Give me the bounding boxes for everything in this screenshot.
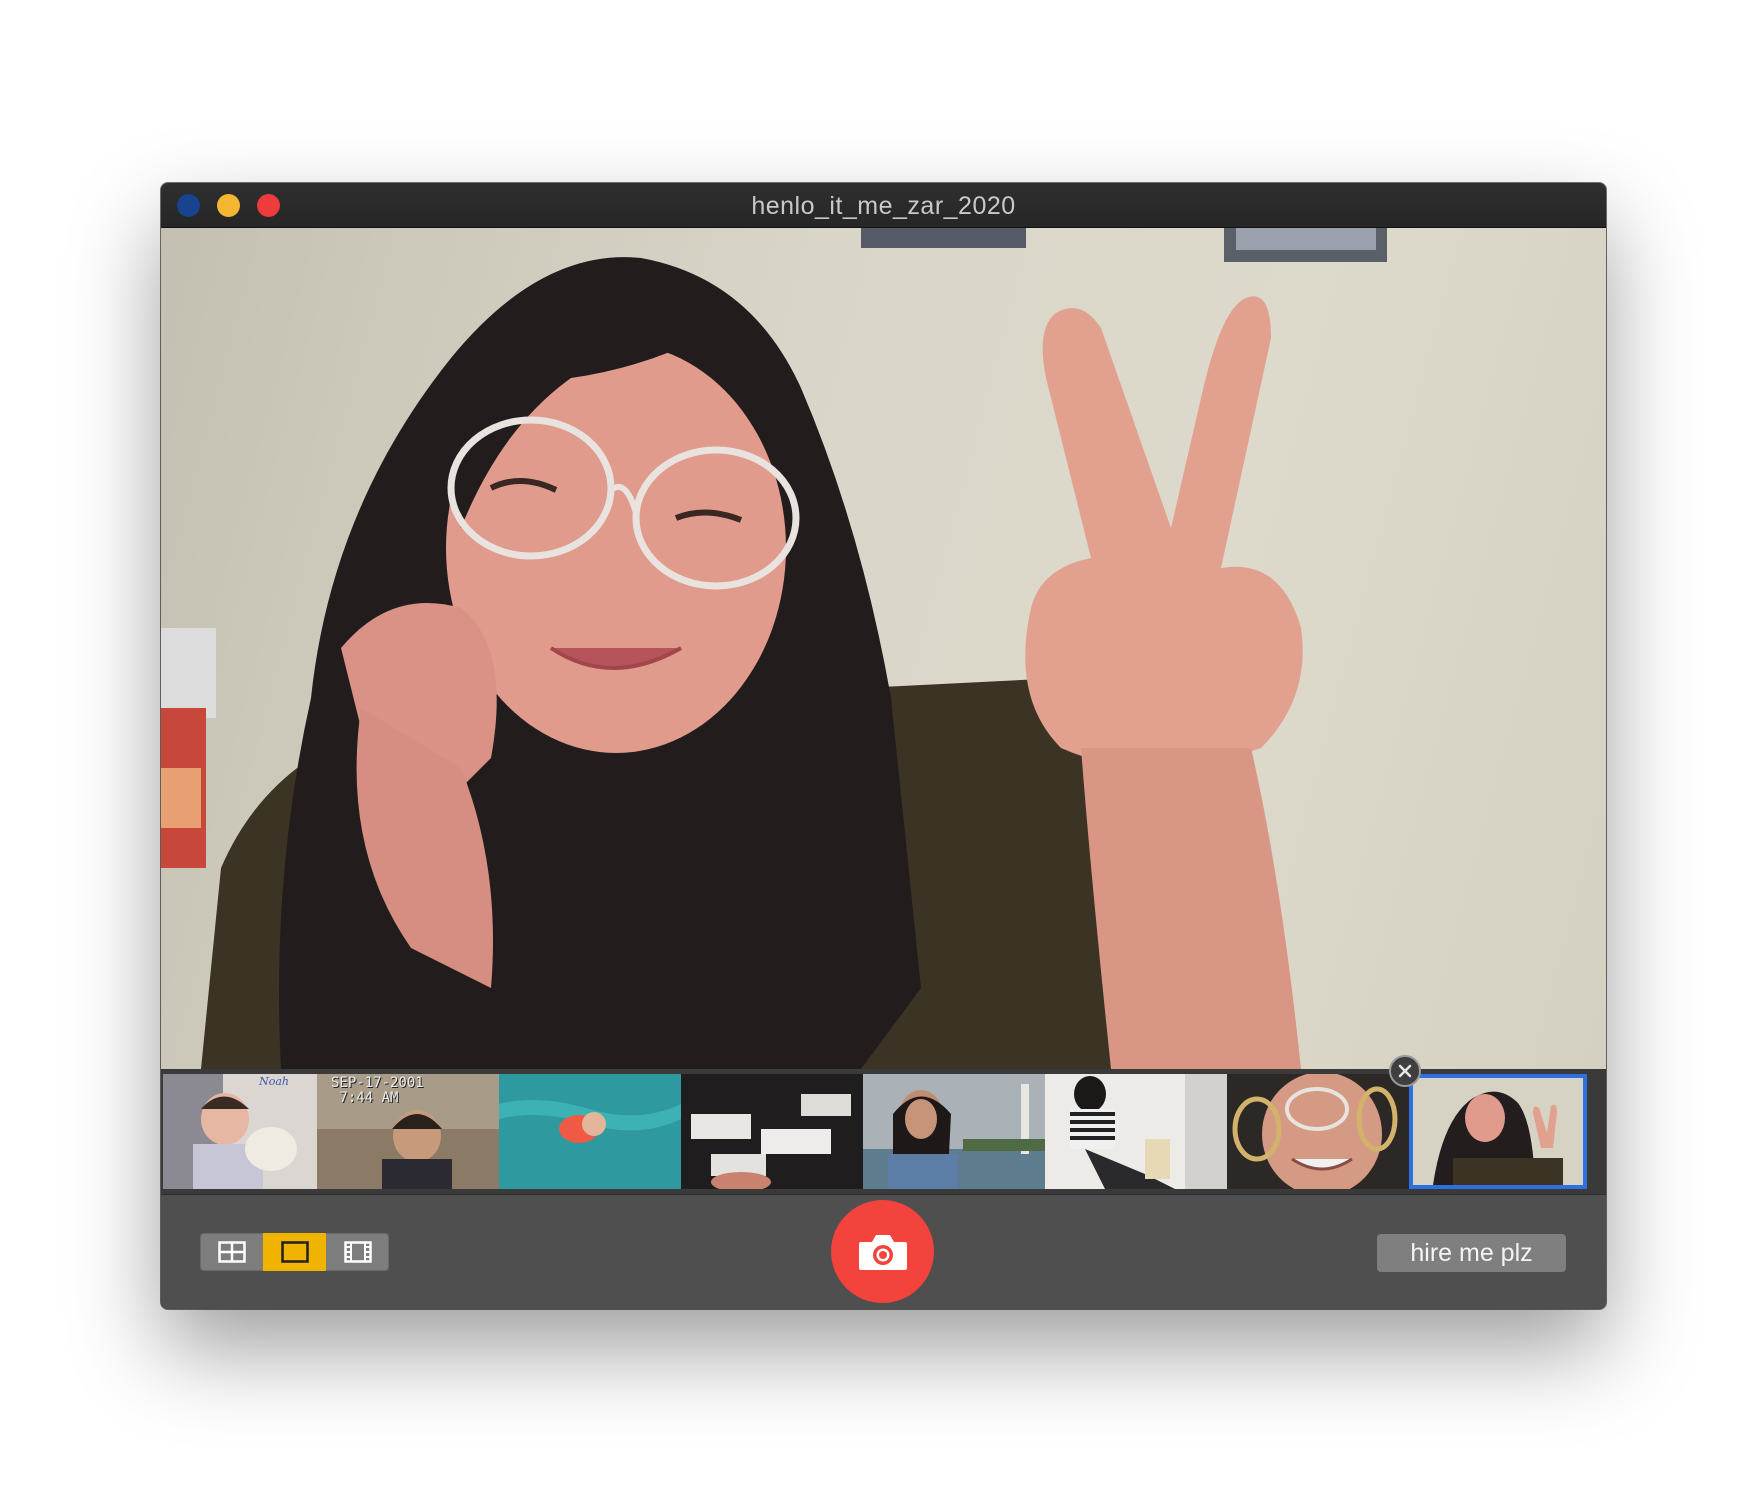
thumbnail[interactable] xyxy=(681,1074,863,1189)
thumbnail[interactable] xyxy=(499,1074,681,1189)
single-view-button[interactable] xyxy=(263,1233,326,1271)
bottom-toolbar: hire me plz xyxy=(161,1194,1606,1309)
grid-icon xyxy=(217,1241,246,1263)
single-view-icon xyxy=(280,1241,309,1263)
thumbnail[interactable]: Noah xyxy=(163,1074,317,1189)
grid-view-button[interactable] xyxy=(200,1233,263,1271)
window-title: henlo_it_me_zar_2020 xyxy=(751,192,1016,220)
close-icon xyxy=(1398,1064,1412,1078)
app-window: henlo_it_me_zar_2020 Noah SEP-17-2001 7:… xyxy=(161,183,1606,1309)
thumbnail[interactable] xyxy=(1227,1074,1409,1189)
thumbnail[interactable] xyxy=(1045,1074,1227,1189)
hire-me-button[interactable]: hire me plz xyxy=(1377,1234,1566,1272)
thumbnail-selected[interactable] xyxy=(1409,1074,1587,1189)
date-stamp: SEP-17-2001 7:44 AM xyxy=(331,1075,424,1106)
title-bar[interactable]: henlo_it_me_zar_2020 xyxy=(161,183,1606,228)
photo-preview xyxy=(161,228,1606,1069)
thumbnail-caption: Noah xyxy=(259,1075,289,1088)
preview-image xyxy=(161,228,1387,1069)
remove-thumbnail-button[interactable] xyxy=(1389,1055,1421,1087)
thumbnail[interactable]: SEP-17-2001 7:44 AM xyxy=(317,1074,499,1189)
filmstrip-icon xyxy=(343,1241,372,1263)
shutter-button[interactable] xyxy=(831,1200,934,1303)
view-mode-switcher xyxy=(200,1233,389,1271)
filmstrip-view-button[interactable] xyxy=(326,1233,389,1271)
thumbnail[interactable] xyxy=(863,1074,1045,1189)
camera-icon xyxy=(858,1234,907,1270)
filmstrip: Noah SEP-17-2001 7:44 AM xyxy=(161,1069,1606,1194)
